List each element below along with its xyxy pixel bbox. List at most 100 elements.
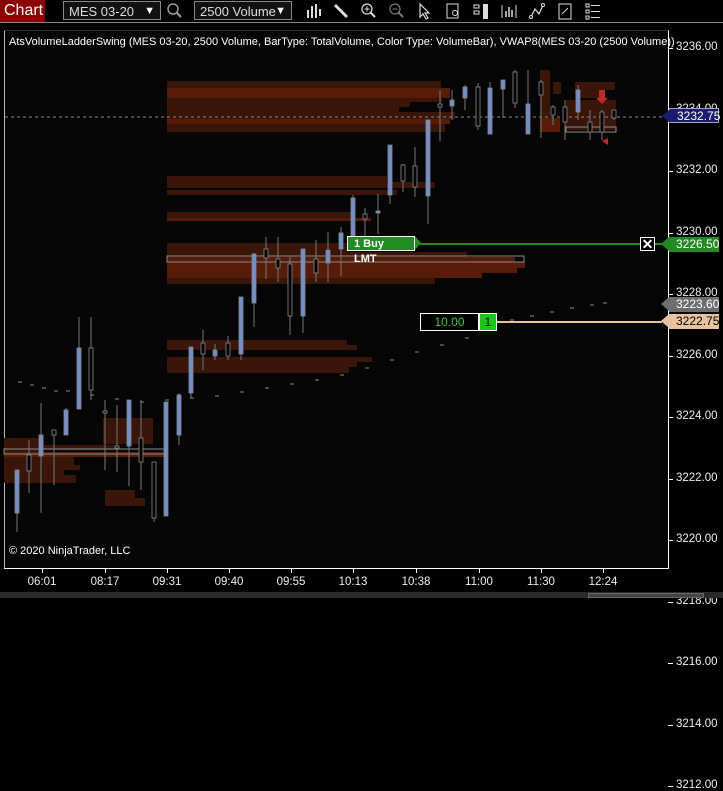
candle-body — [151, 461, 157, 519]
volume-ladder-bar — [167, 268, 517, 273]
x-axis-label: 06:01 — [27, 576, 57, 588]
candle-body — [76, 347, 82, 410]
price-plot — [3, 70, 662, 532]
candle-body — [512, 71, 518, 104]
volume-ladder-bar — [167, 176, 387, 182]
x-axis-tick — [541, 568, 542, 573]
candle-body — [375, 210, 381, 214]
last-price-value: 3232.75 — [677, 109, 721, 123]
x-axis-tick — [479, 568, 480, 573]
candle-body — [38, 434, 44, 457]
y-axis-label: 3230.00 — [676, 225, 718, 238]
volume-ladder-bar — [167, 182, 435, 188]
volume-ladder-bar — [56, 465, 80, 470]
volume-ladder-bar — [4, 438, 44, 453]
candle-body — [412, 165, 418, 188]
candle-body — [63, 409, 69, 436]
volume-ladder-bar — [167, 243, 347, 252]
y-axis-tick — [668, 417, 673, 418]
candle-body — [562, 106, 568, 123]
candle-body — [176, 394, 182, 436]
volume-ladder-bar — [105, 490, 135, 498]
candle-body — [500, 79, 506, 90]
volume-ladder-bar — [167, 107, 399, 112]
volume-ladder-bar — [4, 457, 74, 465]
position-quantity[interactable]: 1 — [479, 313, 497, 331]
volume-ladder-bar — [540, 118, 560, 132]
candle-body — [575, 89, 581, 113]
sell-marker-icon — [602, 138, 608, 145]
position-price-badge: 3222.75 — [661, 314, 720, 329]
candle-body — [525, 103, 531, 135]
candle-body — [138, 437, 144, 463]
volume-ladder-bar — [167, 190, 397, 195]
x-axis-tick — [291, 568, 292, 573]
volume-ladder-bar — [167, 273, 482, 278]
volume-ladder-bar — [167, 345, 357, 350]
volume-ladder-bar — [167, 119, 450, 124]
volume-ladder-bar — [167, 262, 525, 268]
vwap-price-badge: 3223.60 — [661, 297, 720, 312]
candle-body — [550, 106, 556, 116]
candle-body — [102, 410, 108, 414]
indicator-title: AtsVolumeLadderSwing (MES 03-20, 2500 Vo… — [9, 36, 675, 48]
volume-ladder-bar — [167, 88, 450, 98]
volume-ladder-bar — [105, 498, 145, 506]
vwap-price-value: 3223.60 — [676, 297, 720, 311]
x-axis-label: 08:17 — [90, 576, 120, 588]
volume-ladder-bar — [167, 218, 371, 221]
volume-ladder-bar — [167, 357, 372, 362]
y-axis-label: 3212.00 — [676, 779, 718, 791]
candle-body — [51, 429, 57, 436]
position-pnl[interactable]: 10.00 — [420, 313, 479, 331]
buy-limit-order-label[interactable]: 1 Buy LMT — [347, 236, 421, 265]
volume-ladder-bar — [575, 82, 615, 90]
x-axis-label: 11:00 — [465, 576, 493, 588]
copyright-text: © 2020 NinjaTrader, LLC — [9, 545, 131, 557]
y-axis-label: 3220.00 — [676, 533, 718, 545]
y-axis-label: 3232.00 — [676, 164, 718, 176]
close-icon[interactable]: ✕ — [640, 237, 655, 251]
y-axis-tick — [668, 171, 673, 172]
y-axis-label: 3224.00 — [676, 410, 718, 422]
candle-body — [163, 401, 169, 517]
scrollbar-thumb[interactable] — [588, 593, 704, 598]
candle-body — [275, 258, 281, 269]
x-axis-label: 09:40 — [214, 576, 244, 588]
x-axis-label: 09:55 — [276, 576, 306, 588]
y-axis-label: 3222.00 — [676, 471, 718, 484]
order-price-value: 3226.50 — [676, 237, 720, 251]
y-axis-tick — [668, 48, 673, 49]
x-axis-tick — [603, 568, 604, 573]
y-axis-tick — [668, 786, 673, 787]
candle-body — [114, 445, 120, 449]
candle-body — [462, 86, 468, 99]
candle-body — [437, 103, 443, 108]
candle-body — [287, 263, 293, 317]
y-axis-tick — [668, 724, 673, 726]
volume-ladder-bar — [167, 362, 357, 367]
candle-body — [487, 87, 493, 135]
candle-body — [263, 248, 269, 259]
y-axis-tick — [668, 232, 673, 234]
x-axis-label: 09:31 — [152, 576, 182, 588]
order-price-badge: 3226.50 — [661, 237, 720, 252]
y-axis-tick — [668, 294, 673, 295]
candle-body — [338, 232, 344, 250]
position-price-value: 3222.75 — [676, 314, 720, 328]
candle-body — [238, 296, 244, 355]
y-axis-tick — [668, 540, 673, 541]
volume-ladder-bar — [167, 112, 455, 119]
candle-body — [425, 119, 431, 197]
candle-body — [200, 342, 206, 355]
candle-body — [251, 253, 257, 304]
y-axis-label: 3214.00 — [676, 717, 718, 730]
candle-body — [225, 342, 231, 357]
candle-body — [387, 144, 393, 196]
y-axis-tick — [668, 478, 673, 480]
candle-body — [449, 99, 455, 107]
candle-body — [313, 258, 319, 274]
candle-body — [26, 454, 32, 472]
volume-ladder-bar — [553, 82, 561, 94]
candle-body — [126, 399, 132, 447]
